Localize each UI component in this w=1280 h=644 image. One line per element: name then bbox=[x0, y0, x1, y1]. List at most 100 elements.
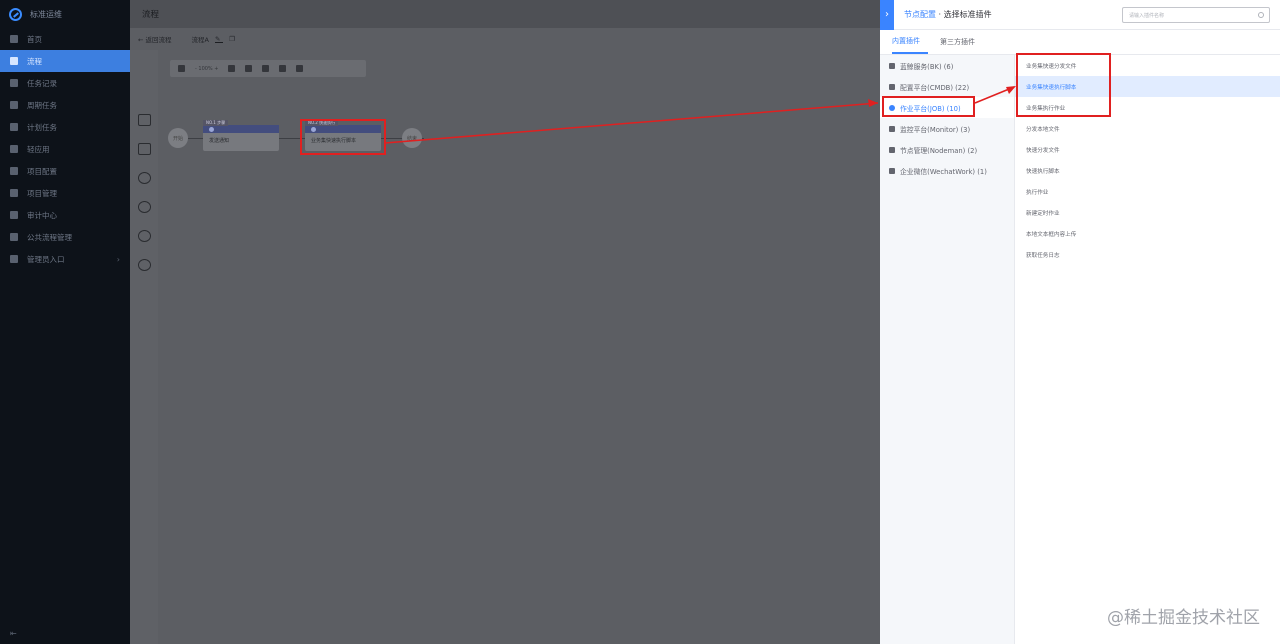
zoom-control[interactable]: - 100% + bbox=[195, 66, 218, 72]
category-item[interactable]: 企业微信(WechatWork) (1) bbox=[880, 160, 1014, 181]
plugin-item[interactable]: 分发本地文件 bbox=[1015, 118, 1280, 139]
category-item[interactable]: 蓝鲸服务(BK) (6) bbox=[880, 55, 1014, 76]
sidebar-item-label: 任务记录 bbox=[27, 78, 57, 88]
category-item[interactable]: 作业平台(JOB) (10) bbox=[880, 97, 1014, 118]
edit-icon[interactable]: ✎ bbox=[214, 35, 223, 43]
start-node[interactable]: 开始 bbox=[168, 128, 188, 148]
category-label: 企业微信(WechatWork) (1) bbox=[900, 167, 987, 176]
toolbar-select-icon[interactable] bbox=[262, 65, 270, 72]
plugin-category-list: 蓝鲸服务(BK) (6) 配置平台(CMDB) (22) 作业平台(JOB) (10… bbox=[880, 55, 1015, 644]
task-label: 业务集快速执行脚本 bbox=[311, 138, 357, 144]
palette-branch-gateway-icon[interactable] bbox=[138, 172, 151, 184]
sidebar-item[interactable]: 轻应用 bbox=[0, 138, 130, 160]
category-item[interactable]: 配置平台(CMDB) (22) bbox=[880, 76, 1014, 97]
plugin-item[interactable]: 执行作业 bbox=[1015, 181, 1280, 202]
sidebar-item[interactable]: 审计中心 bbox=[0, 204, 130, 226]
sidebar-item[interactable]: 流程 bbox=[0, 50, 130, 72]
sidebar-item[interactable]: 任务记录 bbox=[0, 72, 130, 94]
plugin-item[interactable]: 快速执行脚本 bbox=[1015, 160, 1280, 181]
category-icon bbox=[889, 83, 895, 90]
toolbar-grid-icon[interactable] bbox=[178, 65, 185, 72]
nav-item-icon bbox=[10, 167, 18, 175]
nav-item-icon bbox=[10, 123, 18, 131]
sidebar-item-label: 首页 bbox=[27, 34, 42, 44]
sidebar-item[interactable]: 项目管理 bbox=[0, 182, 130, 204]
sidebar-collapse-icon[interactable]: ⇤ bbox=[10, 629, 17, 638]
palette-conditional-parallel-gateway-icon[interactable] bbox=[138, 259, 151, 271]
panel-title-sep: · bbox=[936, 10, 944, 19]
palette-task-node-icon[interactable] bbox=[138, 114, 151, 126]
sidebar-item-label: 管理员入口 bbox=[27, 254, 65, 264]
panel-title: 节点配置 · 选择标准插件 bbox=[904, 9, 992, 20]
sidebar-item-label: 计划任务 bbox=[27, 122, 57, 132]
sidebar-item-label: 审计中心 bbox=[27, 210, 57, 220]
task-tag: NO.2 快速执行 bbox=[305, 120, 339, 126]
plugin-item[interactable]: 业务集快速分发文件 bbox=[1015, 55, 1280, 76]
template-subbar: ← 返回流程 流程A ✎ ❐ bbox=[130, 28, 880, 50]
toolbar-reset-icon[interactable] bbox=[228, 65, 236, 72]
toolbar-fullscreen-icon[interactable] bbox=[279, 65, 287, 72]
sidebar-item-label: 项目管理 bbox=[27, 188, 57, 198]
task-type-icon bbox=[311, 126, 316, 132]
node-palette bbox=[138, 114, 152, 288]
flow-canvas[interactable]: - 100% + 开始 NO.1 步骤 发送通知 NO.2 快速执行 业务集快速… bbox=[130, 50, 880, 644]
plugin-config-panel: › 节点配置 · 选择标准插件 请输入插件名称 内置插件 第三方插件 蓝鲸服务(B… bbox=[880, 0, 1280, 644]
plugin-item[interactable]: 获取任务日志 bbox=[1015, 244, 1280, 265]
plugin-item[interactable]: 本地文本框内容上传 bbox=[1015, 223, 1280, 244]
category-label: 配置平台(CMDB) (22) bbox=[900, 83, 970, 92]
category-label: 作业平台(JOB) (10) bbox=[900, 104, 961, 113]
category-item[interactable]: 节点管理(Nodeman) (2) bbox=[880, 139, 1014, 160]
category-icon bbox=[889, 104, 895, 111]
sidebar-item[interactable]: 公共流程管理 bbox=[0, 226, 130, 248]
panel-title-suffix: 选择标准插件 bbox=[943, 10, 992, 19]
task-type-icon bbox=[209, 126, 214, 132]
nav-item-icon bbox=[10, 189, 18, 197]
task-node-selected[interactable]: NO.2 快速执行 业务集快速执行脚本 bbox=[305, 120, 381, 151]
sidebar-item-label: 轻应用 bbox=[27, 144, 50, 154]
nav-item-icon bbox=[10, 233, 18, 241]
palette-subflow-node-icon[interactable] bbox=[138, 143, 151, 155]
task-header bbox=[305, 125, 381, 133]
back-link[interactable]: ← 返回流程 bbox=[138, 34, 172, 44]
panel-collapse-button[interactable]: › bbox=[880, 0, 894, 30]
end-node[interactable]: 结束 bbox=[402, 128, 422, 148]
category-label: 监控平台(Monitor) (3) bbox=[900, 125, 971, 134]
plugin-search-input[interactable]: 请输入插件名称 bbox=[1122, 7, 1270, 23]
page-header: 流程 bbox=[130, 0, 880, 28]
nav-item-icon bbox=[10, 35, 18, 43]
page-title: 流程 bbox=[142, 10, 160, 20]
copy-icon[interactable]: ❐ bbox=[229, 35, 235, 43]
toolbar-preview-icon[interactable] bbox=[296, 65, 304, 72]
plugin-item[interactable]: 业务集快速执行脚本 bbox=[1015, 76, 1280, 97]
plugin-list: 业务集快速分发文件 业务集快速执行脚本 业务集执行作业 分发本地文件 快速分发文件 快速执… bbox=[1015, 55, 1280, 265]
nav-item-icon bbox=[10, 79, 18, 87]
search-placeholder: 请输入插件名称 bbox=[1129, 12, 1165, 19]
sidebar-header[interactable]: 标准运维 bbox=[0, 0, 130, 28]
plugin-tab[interactable]: 内置插件 bbox=[892, 30, 928, 54]
app-title: 标准运维 bbox=[30, 9, 62, 19]
sidebar-item-label: 流程 bbox=[27, 56, 42, 66]
palette-converge-gateway-icon[interactable] bbox=[138, 230, 151, 242]
plugin-tab[interactable]: 第三方插件 bbox=[940, 30, 983, 54]
plugin-item[interactable]: 业务集执行作业 bbox=[1015, 97, 1280, 118]
sidebar-item[interactable]: 项目配置 bbox=[0, 160, 130, 182]
plugin-item[interactable]: 新建定时作业 bbox=[1015, 202, 1280, 223]
toolbar-format-icon[interactable] bbox=[245, 65, 253, 72]
main-area: 流程 ← 返回流程 流程A ✎ ❐ - 100% + 开始 NO.1 步骤 发送… bbox=[130, 0, 880, 644]
nav-item-icon bbox=[10, 145, 18, 153]
category-item[interactable]: 监控平台(Monitor) (3) bbox=[880, 118, 1014, 139]
panel-header: › 节点配置 · 选择标准插件 请输入插件名称 bbox=[880, 0, 1280, 30]
app-logo-icon bbox=[9, 7, 22, 21]
plugin-tabs: 内置插件 第三方插件 bbox=[880, 30, 1280, 55]
sidebar-item[interactable]: 计划任务 bbox=[0, 116, 130, 138]
template-name: 流程A bbox=[191, 36, 209, 44]
sidebar-item[interactable]: 管理员入口 › bbox=[0, 248, 130, 270]
category-icon bbox=[889, 146, 895, 153]
palette-parallel-gateway-icon[interactable] bbox=[138, 201, 151, 213]
sidebar-item[interactable]: 周期任务 bbox=[0, 94, 130, 116]
category-icon bbox=[889, 62, 895, 69]
task-node[interactable]: NO.1 步骤 发送通知 bbox=[203, 120, 279, 151]
sidebar-item[interactable]: 首页 bbox=[0, 28, 130, 50]
search-icon[interactable] bbox=[1258, 12, 1264, 18]
plugin-item[interactable]: 快速分发文件 bbox=[1015, 139, 1280, 160]
